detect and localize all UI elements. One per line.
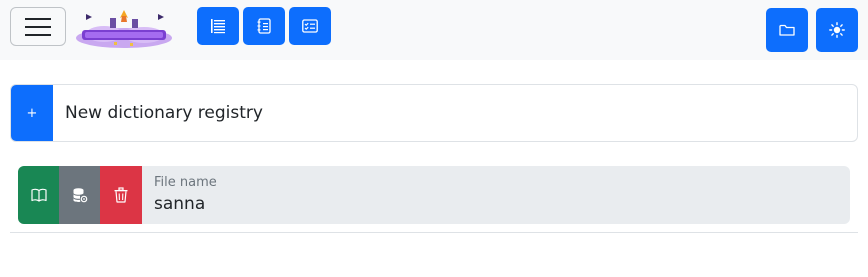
new-dictionary-registry-label: New dictionary registry <box>65 103 263 123</box>
file-name-field[interactable]: File name sanna <box>142 166 850 224</box>
new-dictionary-registry-row[interactable]: + New dictionary registry <box>10 84 858 142</box>
app-logo[interactable] <box>74 6 174 50</box>
list-view-button[interactable] <box>197 7 239 45</box>
file-name-value: sanna <box>154 194 206 214</box>
theme-toggle-button[interactable] <box>816 8 858 52</box>
database-settings-icon <box>73 188 87 203</box>
notebook-button[interactable] <box>243 7 285 45</box>
hamburger-icon <box>25 17 51 36</box>
folder-icon <box>779 24 795 36</box>
divider <box>10 232 858 233</box>
list-icon <box>211 19 225 34</box>
add-button[interactable]: + <box>11 85 53 141</box>
top-navbar <box>0 0 868 60</box>
open-dictionary-button[interactable] <box>18 166 59 224</box>
checklist-button[interactable] <box>289 7 331 45</box>
delete-file-button[interactable] <box>100 166 142 224</box>
plus-icon: + <box>26 105 38 121</box>
menu-toggle-button[interactable] <box>10 7 66 46</box>
database-settings-button[interactable] <box>59 166 100 224</box>
book-icon <box>30 188 47 202</box>
sun-icon <box>829 22 845 38</box>
open-folder-button[interactable] <box>766 8 808 52</box>
checklist-icon <box>302 19 318 33</box>
dictionary-file-row: File name sanna <box>18 166 850 224</box>
trash-icon <box>114 187 128 203</box>
notebook-icon <box>257 18 271 34</box>
file-name-label: File name <box>154 175 217 190</box>
